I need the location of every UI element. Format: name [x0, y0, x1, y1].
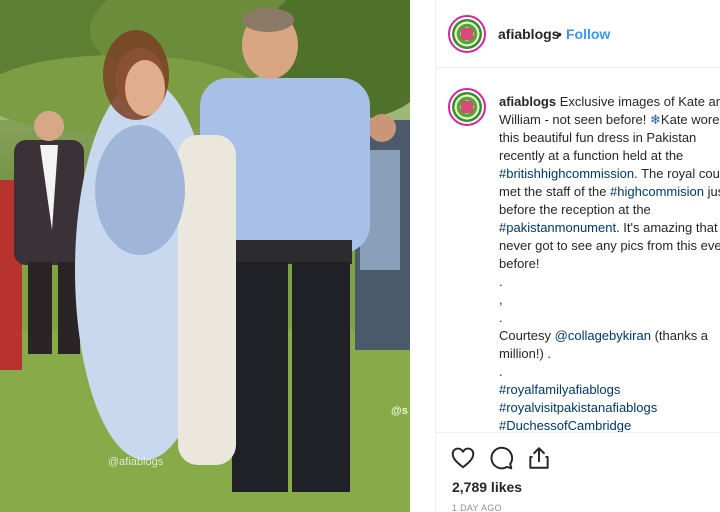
post-timestamp[interactable]: 1 DAY AGO: [452, 503, 502, 512]
avatar-logo-icon: [452, 19, 482, 49]
post-caption: afiablogs Exclusive images of Kate and W…: [499, 93, 720, 432]
comment-button[interactable]: [488, 445, 514, 471]
like-button[interactable]: [450, 445, 476, 471]
caption-text: . It's amazing that we never got to see …: [499, 220, 720, 343]
post-details-panel: afiablogs • Follow afiablogs Exclusive i…: [435, 0, 720, 512]
photo-scene: [0, 0, 410, 512]
caption-link[interactable]: #pakistanmonument: [499, 220, 616, 235]
avatar-logo-icon: [452, 92, 482, 122]
snowflake-icon: ❄: [650, 112, 661, 127]
caption-link[interactable]: @collagebykiran: [555, 328, 651, 343]
caption-link[interactable]: #DuchessofCambridge: [499, 418, 631, 432]
caption-avatar[interactable]: [448, 88, 486, 126]
caption-link[interactable]: #highcommision: [610, 184, 704, 199]
caption-link[interactable]: #royalfamilyafiablogs: [499, 382, 620, 397]
photo-watermark: @afiablogs: [108, 456, 164, 468]
caption-link[interactable]: #royalvisitpakistanafiablogs: [499, 400, 657, 415]
photo-gutter: [410, 0, 435, 512]
follow-button[interactable]: Follow: [566, 26, 610, 42]
comment-icon: [490, 446, 513, 470]
action-bar: 2,789 likes 1 DAY AGO: [436, 432, 720, 512]
caption-link[interactable]: #britishhighcommission: [499, 166, 634, 181]
header-username-link[interactable]: afiablogs: [498, 26, 559, 42]
post-header: afiablogs • Follow: [436, 0, 720, 68]
likes-count[interactable]: 2,789 likes: [452, 479, 522, 495]
post-photo[interactable]: @afiablogs @s: [0, 0, 410, 512]
avatar[interactable]: [448, 15, 486, 53]
comments-section[interactable]: afiablogs Exclusive images of Kate and W…: [436, 69, 720, 432]
share-icon: [529, 447, 549, 469]
share-button[interactable]: [526, 445, 552, 471]
caption-username-link[interactable]: afiablogs: [499, 94, 556, 109]
heart-icon: [451, 447, 475, 469]
header-separator: •: [557, 26, 562, 42]
photo-corner-tag: @s: [391, 405, 408, 417]
caption-body: Exclusive images of Kate and William - n…: [499, 94, 720, 432]
